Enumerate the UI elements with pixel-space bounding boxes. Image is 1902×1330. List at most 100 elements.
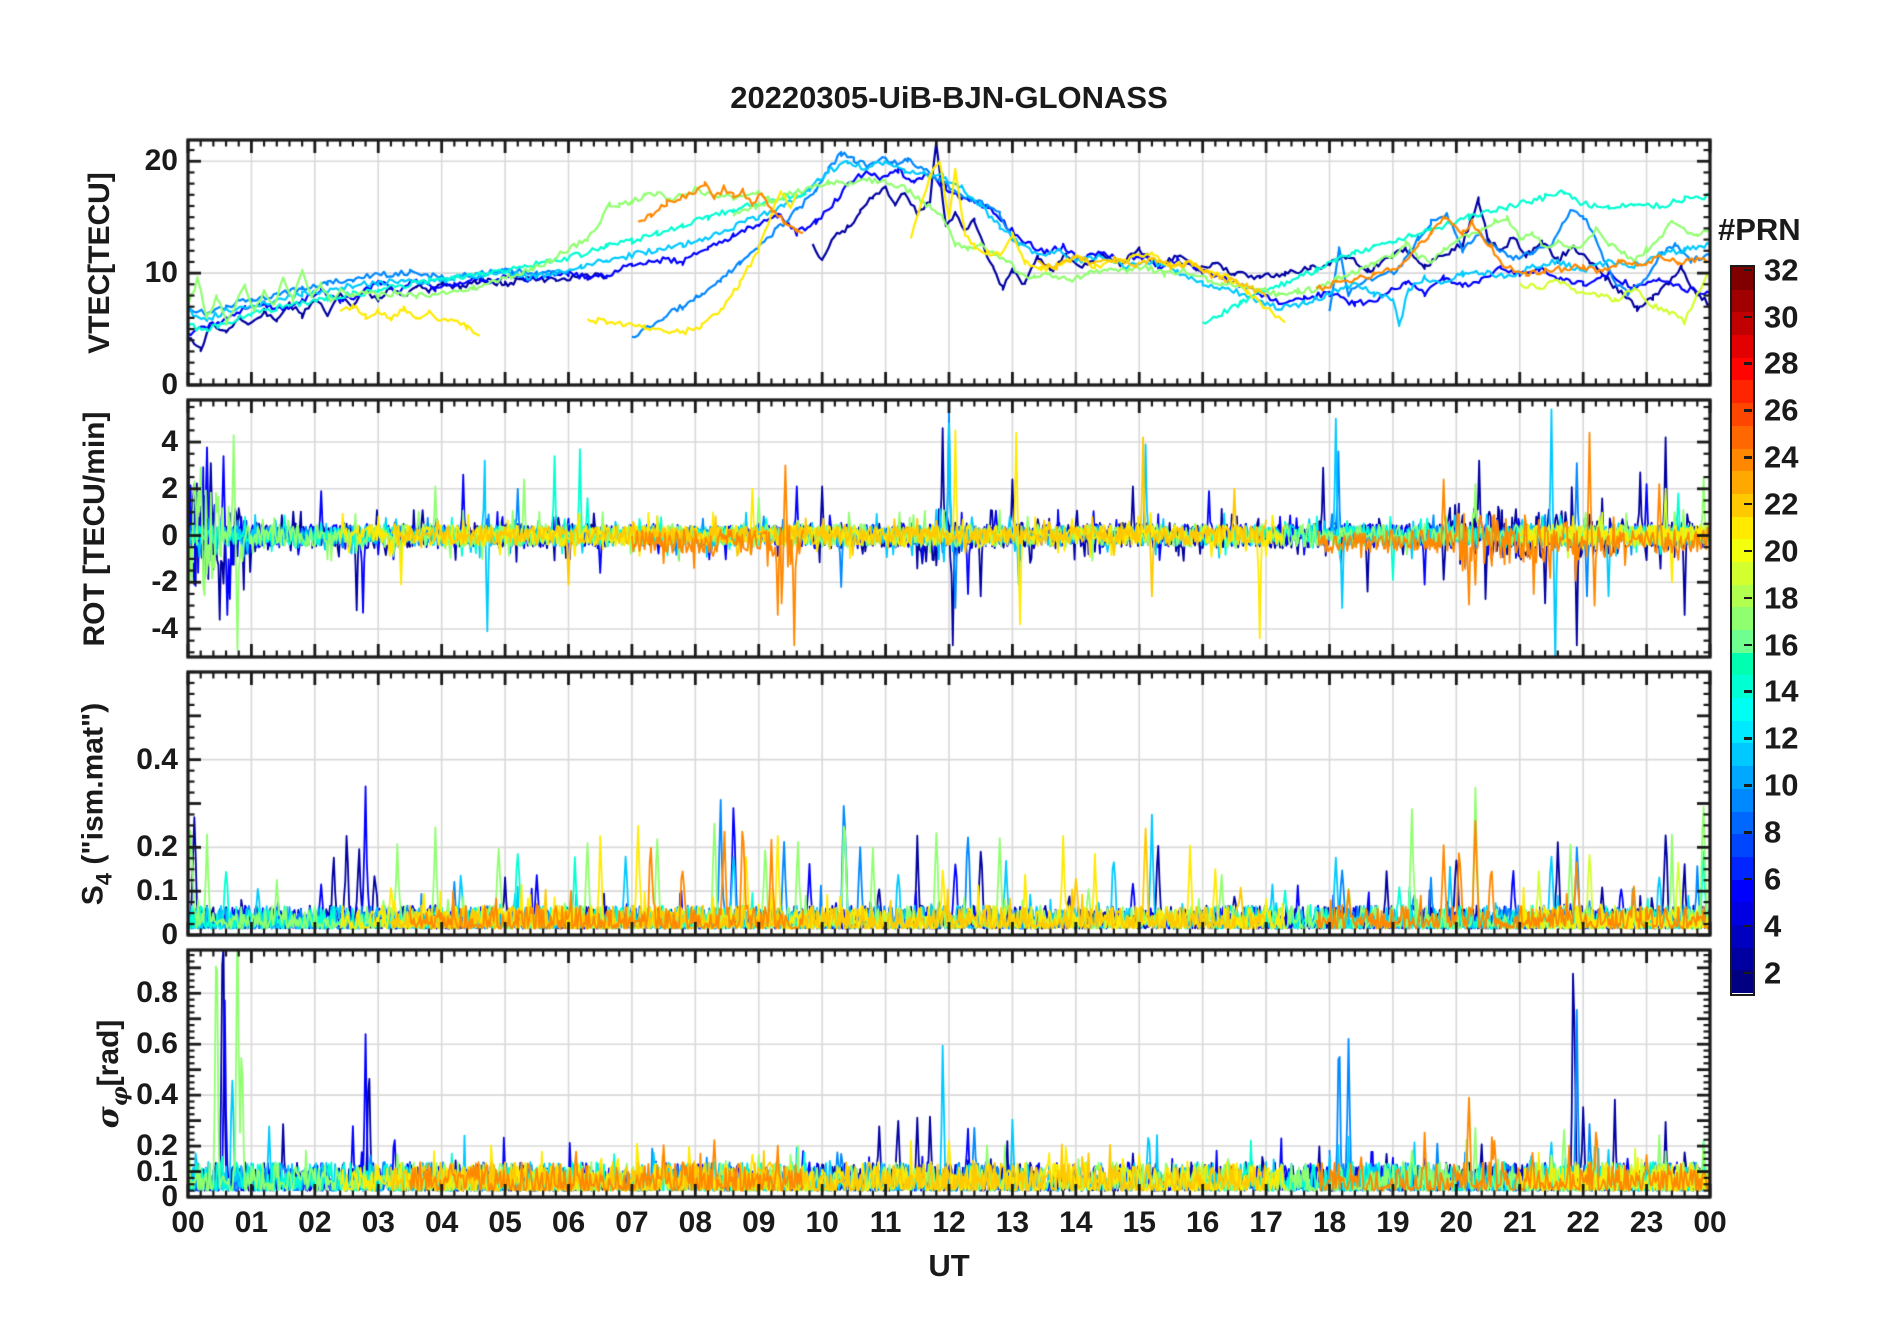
colorbar-tick-label: 28	[1764, 345, 1799, 381]
x-tick-label: 09	[742, 1206, 776, 1239]
colorbar-tick	[1744, 409, 1752, 412]
y-axis-label-sigma_phi: σφ[rad]	[91, 1019, 133, 1128]
x-tick-label: 12	[932, 1206, 966, 1239]
colorbar-tick	[1744, 362, 1752, 365]
colorbar-band-prn-19	[1732, 561, 1753, 585]
colorbar-band-prn-21	[1732, 516, 1753, 540]
x-tick-label: 21	[1503, 1206, 1537, 1239]
colorbar-band-prn-11	[1732, 743, 1753, 767]
colorbar-tick-label: 24	[1764, 439, 1799, 475]
colorbar-band-prn-17	[1732, 607, 1753, 630]
colorbar-tick	[1744, 502, 1752, 506]
x-tick-label: 14	[1059, 1206, 1093, 1239]
x-tick-label: 04	[424, 1206, 459, 1239]
colorbar-band-prn-14	[1732, 675, 1753, 699]
chart-title: 20220305-UiB-BJN-GLONASS	[730, 80, 1168, 115]
colorbar-tick-label: 18	[1764, 580, 1799, 616]
x-tick-label: 17	[1249, 1206, 1283, 1239]
colorbar-tick	[1744, 596, 1752, 600]
x-tick-label: 18	[1312, 1206, 1347, 1239]
y-tick-label: 0.1	[136, 874, 178, 908]
colorbar-tick	[1744, 971, 1752, 975]
colorbar-band-prn-4	[1732, 902, 1753, 925]
x-tick-label: 06	[551, 1206, 586, 1239]
x-tick-label: 19	[1376, 1206, 1410, 1239]
colorbar-tick	[1744, 831, 1752, 834]
y-tick-label: 0.2	[136, 830, 178, 864]
colorbar-tick-label: 10	[1764, 767, 1799, 803]
colorbar-band-prn-27	[1732, 380, 1753, 404]
colorbar-tick	[1744, 456, 1752, 459]
colorbar-tick-label: 2	[1764, 955, 1782, 991]
colorbar-band-prn-9	[1732, 788, 1753, 812]
chart-canvas	[0, 0, 1902, 1330]
y-tick-label: 0	[161, 368, 178, 401]
y-tick-label: 10	[144, 256, 178, 290]
colorbar-band-prn-16	[1732, 630, 1753, 653]
colorbar-band-prn-3	[1732, 924, 1753, 948]
colorbar-band-prn-24	[1732, 448, 1753, 472]
x-tick-label: 23	[1629, 1206, 1664, 1239]
y-axis-label-part: S	[76, 884, 110, 905]
y-tick-label: 20	[144, 144, 178, 178]
colorbar-tick	[1744, 877, 1752, 881]
y-axis-label-rot: ROT [TECU/min]	[78, 411, 112, 646]
colorbar-tick-label: 30	[1764, 299, 1799, 335]
x-tick-label: 20	[1439, 1206, 1474, 1239]
y-tick-label: -4	[151, 611, 178, 645]
y-tick-label: 0.4	[136, 742, 178, 776]
colorbar-tick	[1744, 549, 1752, 553]
y-tick-label: 4	[161, 425, 178, 459]
colorbar	[1730, 265, 1755, 996]
colorbar-band-prn-12	[1732, 720, 1753, 744]
colorbar-band-prn-26	[1732, 403, 1753, 426]
colorbar-tick-label: 16	[1764, 627, 1799, 663]
colorbar-tick	[1744, 784, 1752, 787]
y-tick-label: 0.4	[136, 1078, 178, 1112]
colorbar-band-prn-25	[1732, 425, 1753, 449]
colorbar-tick	[1744, 690, 1752, 693]
y-axis-label-part: [rad]	[92, 1019, 125, 1086]
x-tick-label: 16	[1185, 1206, 1220, 1239]
x-tick-label: 07	[615, 1206, 649, 1239]
colorbar-title: #PRN	[1718, 212, 1801, 247]
colorbar-tick-label: 26	[1764, 392, 1799, 428]
colorbar-band-prn-5	[1732, 879, 1753, 903]
colorbar-tick-label: 12	[1764, 720, 1799, 756]
x-tick-label: 15	[1122, 1206, 1156, 1239]
y-tick-label: -2	[151, 565, 178, 599]
x-tick-label: 02	[298, 1206, 332, 1239]
y-axis-label-part: ROT [TECU/min]	[78, 411, 111, 646]
colorbar-tick	[1744, 268, 1752, 272]
colorbar-tick-label: 6	[1764, 861, 1782, 897]
y-tick-label: 2	[161, 471, 178, 505]
colorbar-band-prn-29	[1732, 335, 1753, 358]
x-tick-label: 00	[1693, 1206, 1727, 1239]
colorbar-band-prn-23	[1732, 471, 1753, 494]
colorbar-band-prn-31	[1732, 289, 1753, 313]
y-tick-label: 0.2	[136, 1129, 178, 1163]
colorbar-tick	[1744, 643, 1752, 647]
y-tick-label: 0	[161, 918, 178, 951]
colorbar-tick	[1744, 315, 1752, 319]
colorbar-tick-label: 32	[1764, 252, 1799, 288]
colorbar-tick	[1744, 924, 1752, 928]
colorbar-tick-label: 4	[1764, 908, 1782, 944]
y-tick-label: 0.6	[136, 1027, 178, 1061]
figure: 20220305-UiB-BJN-GLONASS 00 01 02 03 04 05 06 0…	[0, 0, 1902, 1330]
colorbar-tick-label: 14	[1764, 673, 1799, 709]
y-tick-label: 0.8	[136, 976, 178, 1010]
x-tick-label: 05	[488, 1206, 522, 1239]
y-axis-label-part: φ	[107, 1085, 133, 1106]
x-tick-label: 10	[805, 1206, 839, 1239]
y-axis-label-part: σ	[91, 1105, 126, 1128]
y-axis-label-s4: S4 ("ism.mat")	[77, 702, 118, 904]
colorbar-tick-label: 8	[1764, 814, 1782, 850]
colorbar-band-prn-2	[1732, 947, 1753, 971]
y-tick-label: 0	[161, 518, 178, 552]
x-tick-label: 11	[869, 1206, 902, 1239]
x-tick-label: 13	[995, 1206, 1030, 1239]
y-axis-label-part: VTEC[TECU]	[83, 171, 116, 354]
x-tick-label: 22	[1566, 1206, 1600, 1239]
x-tick-label: 01	[234, 1206, 269, 1239]
